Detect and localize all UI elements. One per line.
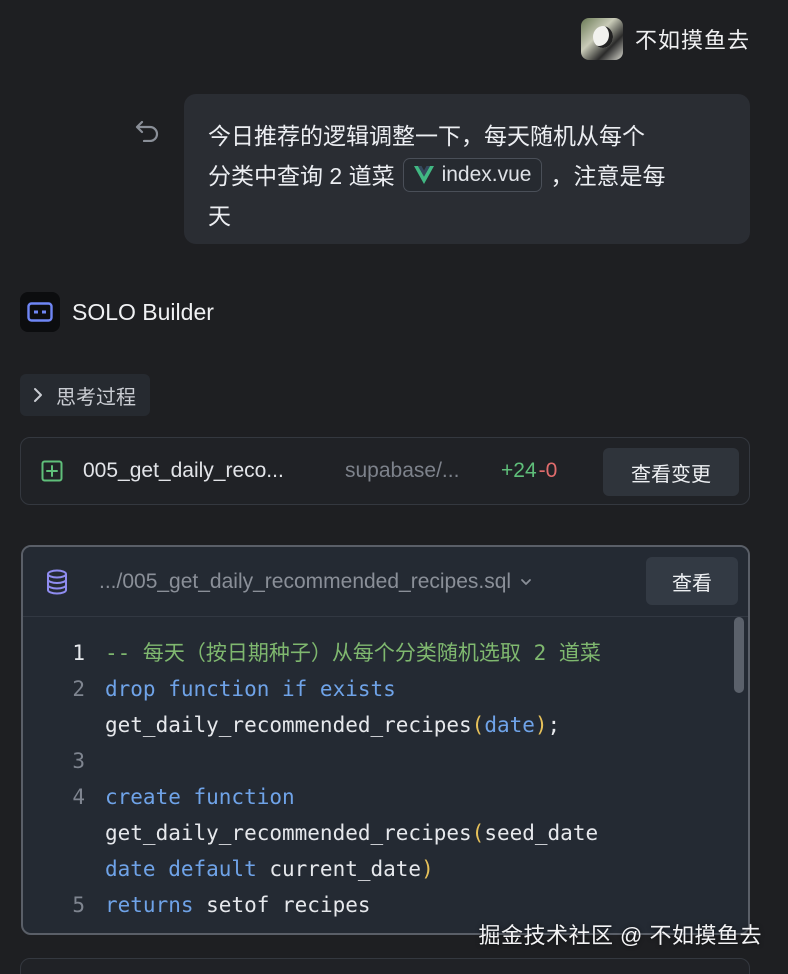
view-changes-button[interactable]: 查看变更 — [603, 448, 739, 496]
vue-icon — [413, 165, 434, 184]
code-line: get_daily_recommended_recipes(seed_date — [23, 815, 748, 851]
line-number: 1 — [72, 641, 85, 665]
user-header: 不如摸鱼去 — [580, 18, 750, 60]
code-token: date — [484, 713, 535, 737]
database-icon — [47, 569, 67, 594]
watermark: 掘金技术社区 @ 不如摸鱼去 — [478, 923, 762, 948]
changed-file-name: 005_get_daily_reco... — [83, 459, 284, 482]
code-scrollbar[interactable] — [734, 617, 744, 693]
builder-logo-icon — [20, 292, 60, 332]
code-line: 3 — [23, 743, 748, 779]
code-text: returns setof recipes — [105, 887, 371, 923]
lines-added-count: +24 — [501, 459, 537, 482]
code-line: 1 -- 每天（按日期种子）从每个分类随机选取 2 道菜 — [23, 635, 748, 671]
prompt-line-2-end: ，注意是每 — [550, 163, 666, 189]
line-number: 5 — [72, 893, 85, 917]
code-line: 2 drop function if exists — [23, 671, 748, 707]
file-change-card[interactable]: 005_get_daily_reco... supabase/... +24 -… — [20, 437, 750, 505]
code-text: date default current_date) — [105, 851, 434, 887]
prompt-line-2-start: 分类中查询 2 道菜 — [208, 163, 395, 189]
code-token: ) — [421, 857, 434, 881]
code-token: date default — [105, 857, 257, 881]
builder-title: SOLO Builder — [72, 298, 214, 325]
chevron-right-icon — [34, 388, 42, 402]
next-card — [20, 958, 750, 974]
code-header: .../005_get_daily_recommended_recipes.sq… — [23, 547, 748, 617]
chevron-down-icon[interactable] — [519, 575, 533, 589]
line-number: 2 — [72, 677, 85, 701]
prompt-line-1: 今日推荐的逻辑调整一下，每天随机从每个 — [208, 123, 645, 149]
line-number: 4 — [72, 785, 85, 809]
view-file-button[interactable]: 查看 — [646, 557, 738, 605]
code-body: 1 -- 每天（按日期种子）从每个分类随机选取 2 道菜 2 drop functio… — [23, 619, 748, 933]
builder-header: SOLO Builder — [20, 292, 214, 332]
line-number — [23, 815, 105, 851]
code-token: seed_date — [484, 821, 599, 845]
changed-file-path: supabase/... — [345, 459, 460, 482]
code-token: get_daily_recommended_recipes — [105, 821, 472, 845]
code-text: create function — [105, 779, 295, 815]
file-chip[interactable]: index.vue — [402, 157, 543, 192]
code-token: ( — [471, 713, 485, 737]
code-token: ) — [534, 713, 548, 737]
thinking-toggle[interactable]: 思考过程 — [20, 374, 150, 416]
prompt-line-3: 天 — [208, 203, 231, 229]
code-token: create function — [105, 785, 295, 809]
code-token: current_date — [256, 857, 422, 881]
code-token: ; — [547, 713, 561, 737]
code-text: drop function if exists — [105, 671, 396, 707]
avatar[interactable] — [580, 18, 623, 60]
line-number — [23, 851, 105, 887]
page: 不如摸鱼去 今日推荐的逻辑调整一下，每天随机从每个 分类中查询 2 道菜 ind… — [0, 0, 788, 974]
code-line: 4 create function — [23, 779, 748, 815]
code-line: date default current_date) — [23, 851, 748, 887]
code-token: get_daily_recommended_recipes — [105, 713, 472, 737]
code-text: get_daily_recommended_recipes(seed_date — [105, 815, 598, 851]
file-added-icon — [41, 460, 63, 482]
code-text: get_daily_recommended_recipes(date); — [105, 707, 560, 743]
file-chip-label: index.vue — [441, 162, 532, 186]
lines-removed-count: -0 — [538, 459, 558, 482]
code-token: setof recipes — [193, 893, 371, 917]
prompt-line-2: 分类中查询 2 道菜 index.vue ，注意是每 — [208, 156, 726, 196]
code-token: returns — [105, 893, 194, 917]
code-preview-card: .../005_get_daily_recommended_recipes.sq… — [21, 545, 750, 935]
code-token: drop function if exists — [105, 677, 396, 701]
code-token: ( — [471, 821, 485, 845]
line-number: 3 — [72, 749, 85, 773]
line-number — [23, 707, 105, 743]
user-name: 不如摸鱼去 — [634, 28, 750, 53]
prompt-bubble: 今日推荐的逻辑调整一下，每天随机从每个 分类中查询 2 道菜 index.vue… — [184, 94, 750, 244]
code-token: -- 每天（按日期种子）从每个分类随机选取 2 道菜 — [105, 641, 601, 665]
thinking-label: 思考过程 — [56, 386, 136, 409]
undo-icon[interactable] — [134, 116, 162, 142]
code-file-path[interactable]: .../005_get_daily_recommended_recipes.sq… — [99, 570, 511, 594]
code-text: -- 每天（按日期种子）从每个分类随机选取 2 道菜 — [105, 635, 601, 671]
code-line: get_daily_recommended_recipes(date); — [23, 707, 748, 743]
